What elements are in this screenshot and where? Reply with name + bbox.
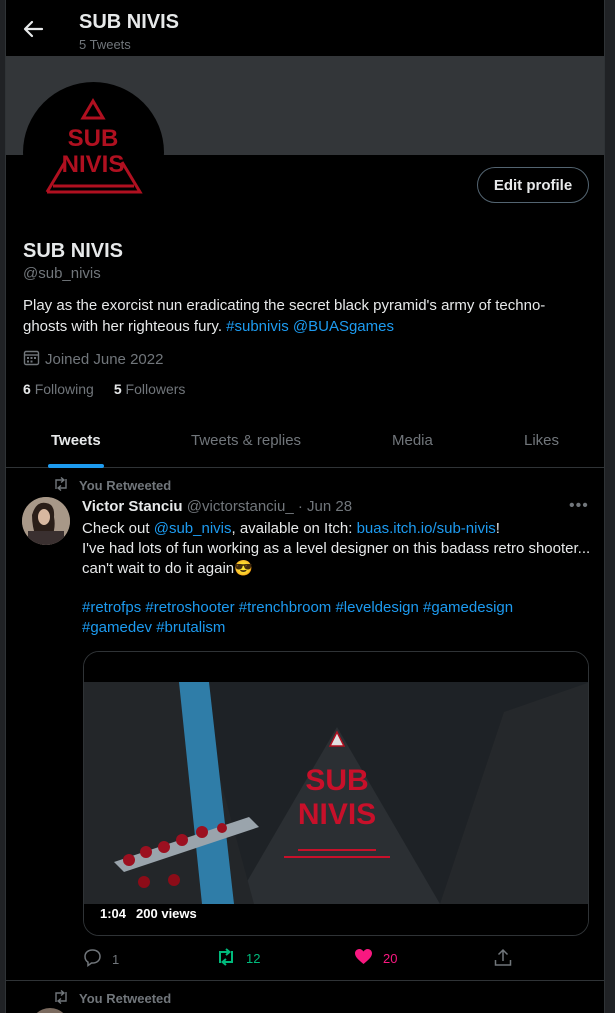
tweet-author-avatar[interactable] <box>30 1008 70 1013</box>
joined-label: Joined June 2022 <box>45 351 164 368</box>
profile-tabs: Tweets Tweets & replies Media Likes <box>6 416 604 468</box>
avatar-logo-line1: SUB <box>68 125 119 152</box>
more-icon[interactable]: ••• <box>569 497 589 515</box>
share-icon <box>494 948 512 970</box>
tweet-separator: · <box>293 498 308 515</box>
tweet-count: 5 Tweets <box>79 37 131 52</box>
hashtags-line1[interactable]: #retrofps #retroshooter #trenchbroom #le… <box>82 598 582 618</box>
bio-mention-link[interactable]: @BUASgames <box>293 318 394 335</box>
tab-tweets[interactable]: Tweets <box>51 432 101 449</box>
tweet-author-name[interactable]: Victor Stanciu <box>82 498 183 515</box>
joined-date: Joined June 2022 <box>23 349 163 370</box>
retweet-label: You Retweeted <box>79 991 172 1006</box>
video-duration: 1:04 <box>100 906 127 921</box>
video-logo-line1: SUB <box>305 764 368 797</box>
followers-label: Followers <box>125 381 186 397</box>
following-link[interactable]: 6 Following <box>23 381 94 397</box>
profile-bio: Play as the exorcist nun eradicating the… <box>23 295 583 337</box>
video-logo-line2: NIVIS <box>298 798 376 831</box>
tweet-author-handle[interactable]: @victorstanciu_ <box>187 498 294 515</box>
video-meta: 1:04 200 views <box>100 906 197 921</box>
reply-count: 1 <box>112 951 120 967</box>
retweet-indicator: You Retweeted <box>53 989 172 1007</box>
reply-button[interactable]: 1 <box>83 948 119 970</box>
tweet-author-avatar[interactable] <box>22 497 70 545</box>
profile-handle: @sub_nivis <box>23 265 101 282</box>
retweet-count: 12 <box>246 951 261 966</box>
tweet-url-link[interactable]: buas.itch.io/sub-nivis <box>357 520 496 537</box>
following-label: Following <box>34 381 94 397</box>
retweet-indicator: You Retweeted <box>53 476 172 494</box>
profile-name: SUB NIVIS <box>23 240 124 262</box>
tweet-mention-link[interactable]: @sub_nivis <box>154 520 232 537</box>
tweet-text-part1: Check out <box>82 520 154 537</box>
tweet-divider <box>6 980 604 981</box>
retweet-icon <box>216 948 236 969</box>
back-arrow-icon[interactable] <box>22 18 44 40</box>
tab-likes[interactable]: Likes <box>524 432 559 449</box>
tab-media[interactable]: Media <box>392 432 433 449</box>
video-views: 200 views <box>136 906 197 921</box>
tweet-text-part2: , available on Itch: <box>231 520 357 537</box>
share-button[interactable] <box>494 948 512 970</box>
reply-icon <box>83 948 102 970</box>
smiling-face-with-sunglasses-icon: 😎 <box>234 560 253 577</box>
top-bar: SUB NIVIS 5 Tweets <box>6 0 604 56</box>
followers-link[interactable]: 5 Followers <box>114 381 186 397</box>
edit-profile-button[interactable]: Edit profile <box>477 167 589 203</box>
tweet-actions: 1 12 20 <box>83 948 523 970</box>
heart-icon <box>354 948 373 968</box>
retweet-icon <box>53 476 69 494</box>
retweet-icon <box>53 989 69 1007</box>
tweet-date[interactable]: Jun 28 <box>307 498 352 515</box>
active-tab-indicator <box>48 464 104 468</box>
bio-hashtag-link[interactable]: #subnivis <box>226 318 289 335</box>
tweet-video[interactable]: SUB NIVIS 1:04 200 views <box>83 651 589 936</box>
tweet-hashtags: #retrofps #retroshooter #trenchbroom #le… <box>82 598 582 638</box>
like-button[interactable]: 20 <box>354 948 397 968</box>
following-count: 6 <box>23 381 31 397</box>
calendar-icon <box>23 349 40 370</box>
tweet-text-part3: ! <box>495 520 500 537</box>
tweet-text-line2: I've had lots of fun working as a level … <box>82 540 591 577</box>
hashtags-line2[interactable]: #gamedev #brutalism <box>82 618 582 638</box>
tweet-text: Check out @sub_nivis, available on Itch:… <box>82 519 592 579</box>
follow-stats: 6 Following 5 Followers <box>23 381 185 397</box>
retweet-button[interactable]: 12 <box>216 948 260 969</box>
main-column: SUB NIVIS 5 Tweets SUB NIVIS Edit profil… <box>5 0 605 1013</box>
retweet-label: You Retweeted <box>79 478 172 493</box>
avatar-logo-line2: NIVIS <box>62 151 125 178</box>
tab-tweets-and-replies[interactable]: Tweets & replies <box>191 432 301 449</box>
profile-avatar[interactable]: SUB NIVIS <box>23 82 164 223</box>
followers-count: 5 <box>113 381 122 397</box>
like-count: 20 <box>383 950 398 966</box>
tweet-header: Victor Stanciu @victorstanciu_ · Jun 28 <box>82 498 352 515</box>
header-title: SUB NIVIS <box>79 11 180 33</box>
video-thumbnail: SUB NIVIS <box>84 652 588 935</box>
